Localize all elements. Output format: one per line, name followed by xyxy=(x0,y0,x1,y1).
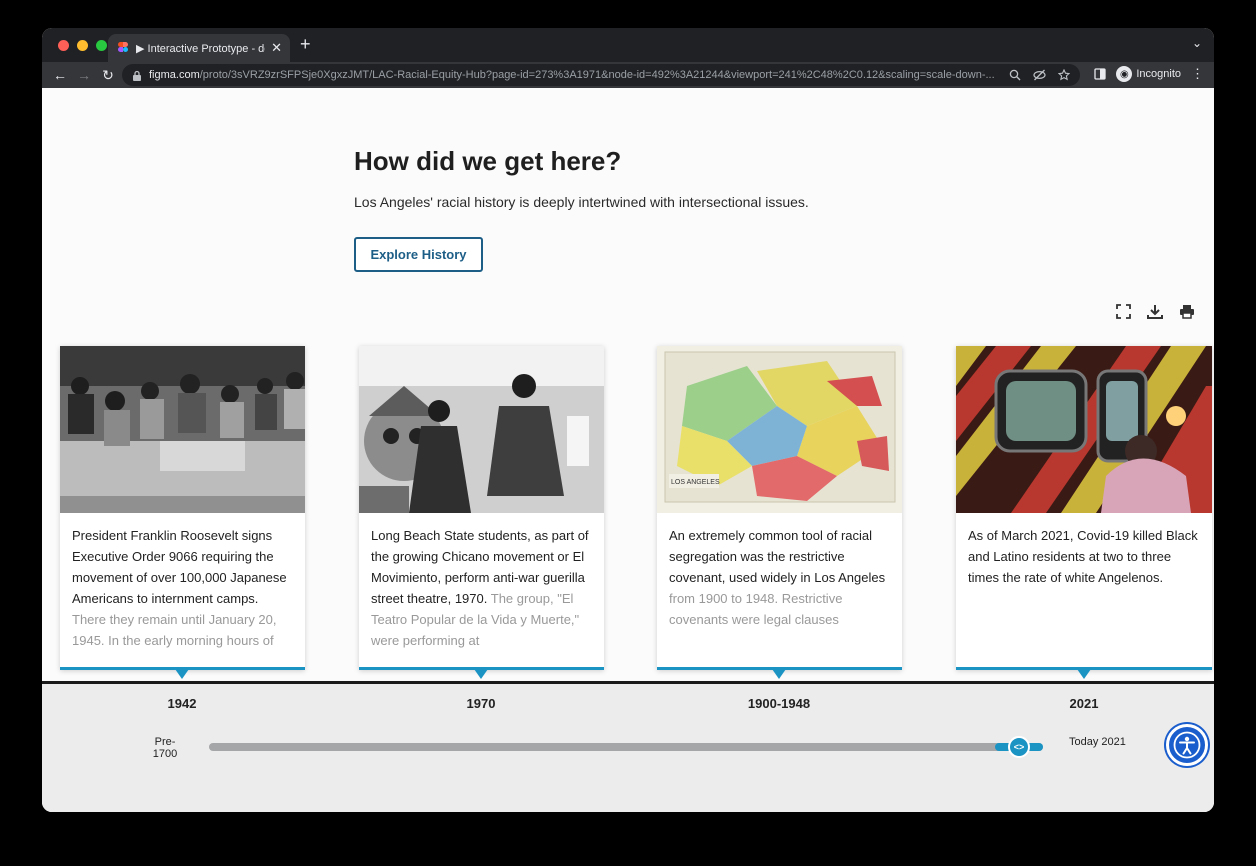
close-tab-icon[interactable]: ✕ xyxy=(271,40,282,56)
incognito-label: Incognito xyxy=(1136,68,1181,80)
fullscreen-icon[interactable] xyxy=(1116,304,1131,319)
tab-search-button[interactable]: ⌄ xyxy=(1192,36,1202,50)
download-icon[interactable] xyxy=(1147,304,1163,319)
menu-icon[interactable]: ⋮ xyxy=(1191,66,1204,82)
figma-icon xyxy=(118,42,130,54)
internment-photo xyxy=(60,346,305,513)
card-body: An extremely common tool of racial segre… xyxy=(669,528,886,585)
intro-text: Los Angeles' racial history is deeply in… xyxy=(354,194,809,210)
teatro-photo xyxy=(359,346,604,513)
incognito-indicator[interactable]: ◉ Incognito xyxy=(1116,66,1181,82)
year-label[interactable]: 1970 xyxy=(467,696,496,711)
timeline-tools xyxy=(1116,304,1195,319)
ambulance-photo xyxy=(956,346,1212,513)
card-body-continued: from 1900 to 1948. Restrictive covenants… xyxy=(669,591,843,627)
timeline-card[interactable]: As of March 2021, Covid-19 killed Black … xyxy=(956,346,1212,670)
card-text: As of March 2021, Covid-19 killed Black … xyxy=(956,513,1212,667)
browser-window: ▶ Interactive Prototype - desk ✕ + ⌄ ← →… xyxy=(42,28,1214,812)
minimize-window-button[interactable] xyxy=(77,40,88,51)
tab-title: ▶ Interactive Prototype - desk xyxy=(136,42,265,55)
card-body-continued: There they remain until January 20, 1945… xyxy=(72,612,277,648)
timeline-card[interactable]: Long Beach State students, as part of th… xyxy=(359,346,604,670)
card-pointer xyxy=(175,669,189,679)
print-icon[interactable] xyxy=(1179,304,1195,319)
zoom-icon[interactable] xyxy=(1009,69,1021,81)
card-text: Long Beach State students, as part of th… xyxy=(359,513,604,667)
page-content: How did we get here? Los Angeles' racial… xyxy=(42,88,1214,812)
explore-history-button[interactable]: Explore History xyxy=(354,237,483,272)
card-text: President Franklin Roosevelt signs Execu… xyxy=(60,513,305,667)
year-label[interactable]: 1900-1948 xyxy=(748,696,810,711)
card-body: President Franklin Roosevelt signs Execu… xyxy=(72,528,287,606)
back-button[interactable]: ← xyxy=(48,67,72,83)
maximize-window-button[interactable] xyxy=(96,40,107,51)
browser-toolbar: ← → ↻ figma.com /proto/3sVRZ9zrSFPSje0Xg… xyxy=(42,62,1214,88)
tab-bar: ▶ Interactive Prototype - desk ✕ + ⌄ xyxy=(42,28,1214,62)
eye-off-icon[interactable] xyxy=(1033,69,1046,81)
year-label[interactable]: 1942 xyxy=(168,696,197,711)
reload-button[interactable]: ↻ xyxy=(96,67,120,84)
close-window-button[interactable] xyxy=(58,40,69,51)
timeline-slider-track[interactable] xyxy=(209,743,1043,751)
address-bar[interactable]: figma.com /proto/3sVRZ9zrSFPSje0XgxzJMT/… xyxy=(122,64,1080,86)
card-pointer xyxy=(772,669,786,679)
accessibility-button[interactable] xyxy=(1166,724,1208,766)
url-path: /proto/3sVRZ9zrSFPSje0XgxzJMT/LAC-Racial… xyxy=(199,69,995,81)
timeline-card[interactable]: President Franklin Roosevelt signs Execu… xyxy=(60,346,305,670)
new-tab-button[interactable]: + xyxy=(300,34,311,55)
browser-tab[interactable]: ▶ Interactive Prototype - desk ✕ xyxy=(108,34,290,62)
card-pointer xyxy=(474,669,488,679)
sidepanel-icon[interactable] xyxy=(1094,68,1106,80)
year-label[interactable]: 2021 xyxy=(1070,696,1099,711)
card-pointer xyxy=(1077,669,1091,679)
lock-icon xyxy=(133,70,141,81)
slider-handle[interactable]: <> xyxy=(1008,736,1030,758)
range-start-label: Pre-1700 xyxy=(152,736,178,760)
page-title: How did we get here? xyxy=(354,146,622,176)
range-end-label: Today 2021 xyxy=(1069,736,1126,748)
url-host: figma.com xyxy=(149,69,200,81)
star-icon[interactable] xyxy=(1058,69,1070,81)
redlining-map-image: LOS ANGELES xyxy=(657,346,902,513)
forward-button[interactable]: → xyxy=(72,67,96,83)
incognito-icon: ◉ xyxy=(1116,66,1133,82)
timeline-card[interactable]: LOS ANGELES An extremely common tool of … xyxy=(657,346,902,670)
card-text: An extremely common tool of racial segre… xyxy=(657,513,902,667)
window-controls xyxy=(58,40,107,51)
accessibility-icon xyxy=(1173,731,1201,759)
svg-text:LOS ANGELES: LOS ANGELES xyxy=(671,479,720,486)
card-body: As of March 2021, Covid-19 killed Black … xyxy=(968,528,1198,585)
